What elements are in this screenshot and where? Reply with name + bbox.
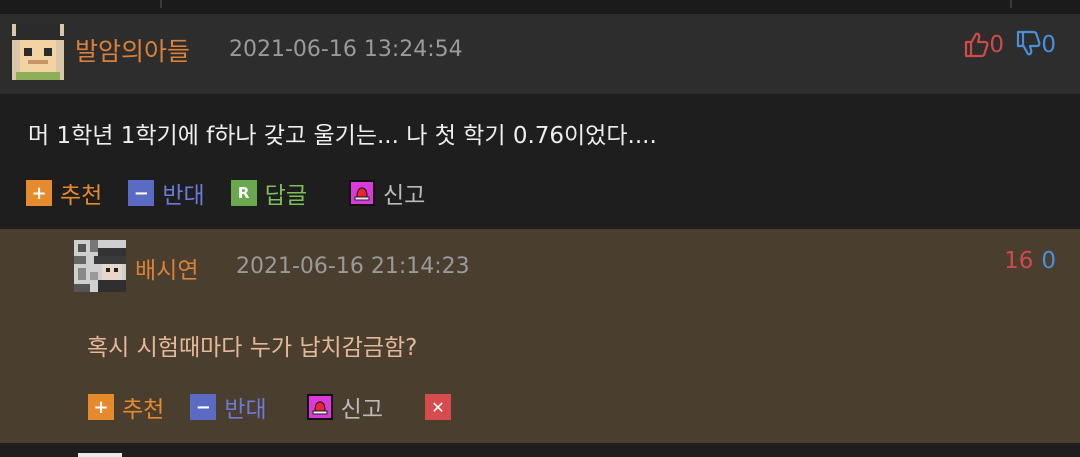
thumbs-up-icon[interactable]: [963, 30, 989, 58]
siren-icon: [306, 394, 333, 420]
reply-oppose-button[interactable]: − 반대: [190, 390, 267, 424]
reply-author[interactable]: 배시연: [135, 251, 198, 285]
close-icon: ✕: [424, 394, 451, 420]
comment-votes: 0 0: [963, 30, 1056, 58]
reply-user-avatar[interactable]: [74, 240, 126, 292]
report-button[interactable]: 신고: [348, 176, 425, 210]
reply-timestamp: 2021-06-16 21:14:23: [236, 254, 470, 279]
reply-text: 혹시 시험때마다 누가 납치감금함?: [87, 335, 418, 361]
minus-icon: −: [190, 394, 217, 420]
plus-icon: +: [88, 394, 114, 420]
comment-downvote-count: 0: [1041, 32, 1056, 58]
minus-icon: −: [128, 180, 155, 206]
user-avatar[interactable]: [12, 24, 64, 80]
reply-votes: 16 0: [1004, 248, 1056, 274]
reply-icon: R: [230, 180, 257, 206]
comment-timestamp: 2021-06-16 13:24:54: [229, 37, 463, 62]
reply-recommend-button[interactable]: + 추천: [88, 390, 164, 424]
bottom-divider: [0, 443, 1080, 457]
comment-actions: + 추천 − 반대 R 답글 신고: [26, 176, 451, 210]
siren-icon: [348, 180, 375, 206]
reply-actions: + 추천 − 반대 신고 ✕: [88, 390, 485, 424]
delete-button[interactable]: ✕: [424, 394, 459, 420]
reply-upvote-count: 16: [1004, 248, 1034, 274]
recommend-button[interactable]: + 추천: [26, 176, 102, 210]
comment-author[interactable]: 발암의아들: [75, 32, 190, 68]
comment-text: 머 1학년 1학기에 f하나 갖고 울기는... 나 첫 학기 0.76이었다.…: [28, 123, 657, 149]
thumbs-down-icon[interactable]: [1015, 30, 1041, 58]
reply-button[interactable]: R 답글: [230, 176, 307, 210]
comment-upvote-count: 0: [989, 32, 1005, 58]
oppose-button[interactable]: − 반대: [128, 176, 205, 210]
top-divider: [0, 0, 1080, 14]
reply-report-button[interactable]: 신고: [306, 390, 383, 424]
plus-icon: +: [26, 180, 52, 206]
reply-downvote-count: 0: [1041, 248, 1056, 274]
